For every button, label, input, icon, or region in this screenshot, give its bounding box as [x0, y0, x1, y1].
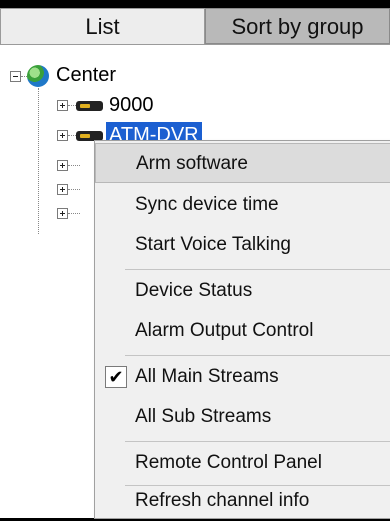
tree-device-9000[interactable]: 9000: [109, 92, 154, 118]
collapse-icon[interactable]: [10, 71, 21, 82]
expand-icon[interactable]: [57, 208, 68, 219]
menu-separator: [125, 355, 390, 356]
tree-line: [68, 135, 76, 136]
context-menu: Arm software Sync device time Start Voic…: [94, 140, 390, 519]
expand-icon[interactable]: [57, 100, 68, 111]
tab-bar: List Sort by group: [0, 8, 390, 44]
menu-item-arm-software[interactable]: Arm software: [95, 143, 390, 183]
expand-icon[interactable]: [57, 160, 68, 171]
tab-sort-by-group[interactable]: Sort by group: [205, 8, 390, 44]
menu-item-start-voice-talking[interactable]: Start Voice Talking: [95, 225, 390, 265]
tree-line: [68, 105, 76, 106]
globe-icon: [27, 65, 49, 87]
tree-line: [68, 165, 80, 166]
menu-item-refresh-channel-info[interactable]: Refresh channel info: [95, 481, 390, 521]
menu-item-alarm-output-control[interactable]: Alarm Output Control: [95, 311, 390, 351]
menu-item-device-status[interactable]: Device Status: [95, 271, 390, 311]
tree-root-center[interactable]: Center: [56, 62, 116, 88]
tab-list[interactable]: List: [0, 8, 205, 44]
expand-icon[interactable]: [57, 130, 68, 141]
menu-item-all-sub-streams[interactable]: All Sub Streams: [95, 397, 390, 437]
dvr-device-icon: [76, 101, 103, 111]
expand-icon[interactable]: [57, 184, 68, 195]
tree-line: [38, 88, 39, 234]
menu-item-sync-device-time[interactable]: Sync device time: [95, 185, 390, 225]
menu-item-remote-control-panel[interactable]: Remote Control Panel: [95, 443, 390, 483]
tree-line: [68, 213, 80, 214]
menu-separator: [125, 441, 390, 442]
menu-item-all-main-streams[interactable]: All Main Streams: [95, 357, 390, 397]
menu-separator: [125, 269, 390, 270]
tree-line: [68, 189, 80, 190]
